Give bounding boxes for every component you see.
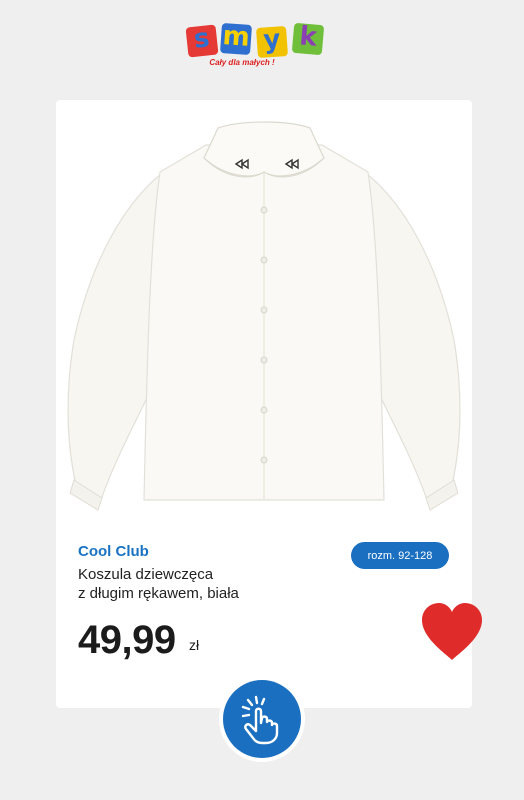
size-badge[interactable]: rozm. 92-128	[351, 542, 449, 569]
logo-tagline: Cały dla małych !	[209, 58, 275, 67]
tap-button-inner[interactable]	[223, 680, 301, 758]
logo-letter-m: m	[219, 21, 253, 56]
smyk-logo: s m y k Cały dla małych !	[185, 21, 337, 74]
product-card[interactable]: Cool Club Koszula dziewczęca z długim rę…	[56, 100, 472, 708]
logo-letter-y: y	[255, 24, 289, 59]
product-name[interactable]: Koszula dziewczęca z długim rękawem, bia…	[78, 565, 338, 603]
tap-button[interactable]	[219, 676, 305, 762]
product-name-line1: Koszula dziewczęca	[78, 566, 214, 583]
product-image[interactable]	[56, 100, 472, 520]
product-name-line2: z długim rękawem, biała	[78, 585, 239, 602]
hand-pointer-icon	[241, 695, 279, 745]
logo-letter-s: s	[185, 23, 219, 58]
logo-tiles: s m y k	[185, 21, 337, 60]
product-brand[interactable]: Cool Club	[78, 543, 149, 560]
heart-icon[interactable]	[420, 602, 484, 662]
price-currency: zł	[189, 637, 200, 653]
logo-letter-k: k	[291, 21, 325, 56]
product-price: 49,99	[78, 618, 176, 662]
